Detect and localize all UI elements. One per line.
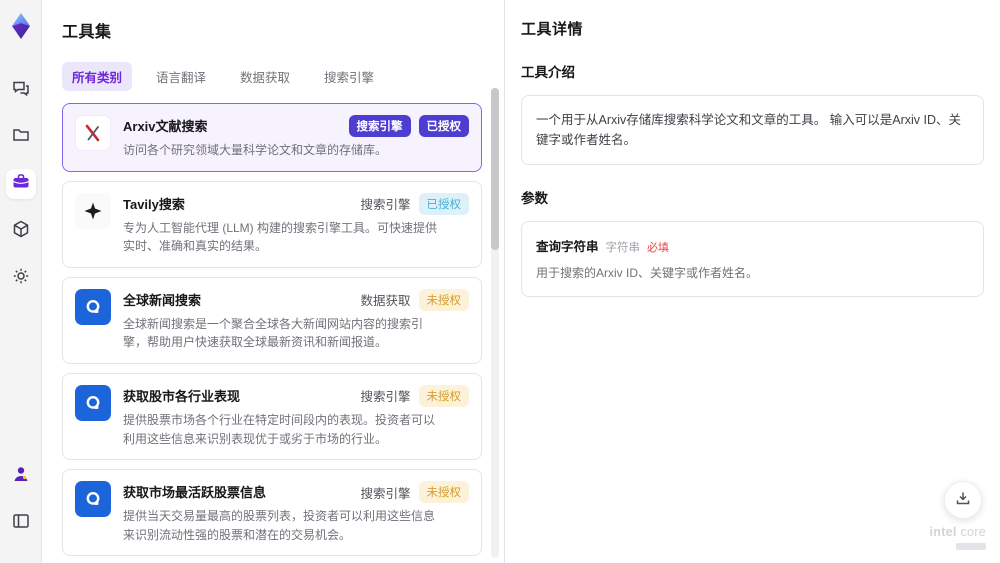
tool-card[interactable]: 获取市场最活跃股票信息 搜索引擎 未授权提供当天交易量最高的股票列表，投资者可以利用…: [62, 469, 482, 557]
tool-name: Tavily搜索: [123, 196, 185, 212]
param-box: 查询字符串 字符串 必填 用于搜索的Arxiv ID、关键字或作者姓名。: [521, 221, 984, 297]
sidebar-item-plugins[interactable]: [6, 216, 36, 246]
tool-category-badge: 数据获取: [360, 294, 411, 309]
tool-list: Arxiv文献搜索 搜索引擎 已授权 访问各个研究领域大量科学论文和文章的存储库。 Ta…: [62, 103, 482, 563]
tool-auth-badge: 已授权: [418, 192, 469, 215]
quark-icon: [75, 288, 111, 325]
param-name: 查询字符串: [536, 240, 599, 254]
tool-category-badge: 搜索引擎: [360, 486, 411, 501]
sidebar-item-settings[interactable]: [6, 263, 36, 293]
tool-category-badge: 搜索引擎: [360, 198, 411, 213]
cube-icon: [11, 219, 31, 244]
user-avatar[interactable]: [6, 459, 36, 489]
tab-all-categories[interactable]: 所有类别: [62, 62, 133, 91]
tool-card[interactable]: Arxiv文献搜索 搜索引擎 已授权访问各个研究领域大量科学论文和文章的存储库。: [62, 103, 482, 172]
tool-details-panel: 工具详情 工具介绍 一个用于从Arxiv存储库搜索科学论文和文章的工具。 输入可…: [505, 0, 1000, 563]
tab-data-fetch[interactable]: 数据获取: [230, 62, 300, 91]
param-required-badge: 必填: [647, 242, 670, 254]
tool-name: 获取股市各行业表现: [123, 388, 241, 404]
tool-card[interactable]: 全球新闻搜索 数据获取 未授权全球新闻搜索是一个聚合全球各大新闻网站内容的搜索引擎，…: [62, 276, 482, 364]
sidebar-item-tools[interactable]: [5, 169, 36, 199]
tool-description: 提供股票市场各个行业在特定时间段内的表现。投资者可以利用这些信息来识别表现优于或…: [123, 412, 436, 446]
tool-name: 全球新闻搜索: [123, 292, 202, 308]
brand-sub-badge: [956, 543, 986, 550]
tool-auth-badge: 未授权: [418, 384, 469, 407]
download-button[interactable]: [944, 481, 982, 519]
tavily-icon: [75, 192, 111, 229]
tool-card[interactable]: Tavily搜索 搜索引擎 已授权专为人工智能代理 (LLM) 构建的搜索引擎工具。…: [62, 180, 482, 268]
folder-icon: [11, 125, 31, 150]
tool-auth-badge: 未授权: [418, 288, 469, 311]
sidebar-item-files[interactable]: [6, 122, 36, 152]
app-window: 工具集 所有类别 语言翻译 数据获取 搜索引擎 Arxiv文献搜索 搜索引擎 已授权…: [0, 0, 1000, 563]
app-logo-icon: [8, 12, 34, 45]
tools-panel: 工具集 所有类别 语言翻译 数据获取 搜索引擎 Arxiv文献搜索 搜索引擎 已授权…: [42, 0, 505, 563]
tool-description: 访问各个研究领域大量科学论文和文章的存储库。: [123, 143, 388, 157]
tool-auth-badge: 未授权: [418, 481, 469, 504]
sidebar-item-chat[interactable]: [6, 75, 36, 105]
param-description: 用于搜索的Arxiv ID、关键字或作者姓名。: [536, 266, 759, 280]
page-title: 工具集: [62, 24, 112, 41]
gear-icon: [11, 266, 31, 291]
quark-icon: [75, 481, 111, 518]
list-scrollbar[interactable]: [491, 88, 499, 558]
briefcase-icon: [11, 172, 31, 197]
download-icon: [955, 490, 971, 511]
tool-card[interactable]: 获取股市各行业表现 搜索引擎 未授权提供股票市场各个行业在特定时间段内的表现。投资者…: [62, 372, 482, 461]
scrollbar-thumb[interactable]: [491, 88, 499, 250]
intro-heading: 工具介绍: [521, 65, 575, 80]
intro-box: 一个用于从Arxiv存储库搜索科学论文和文章的工具。 输入可以是Arxiv ID…: [521, 95, 984, 165]
tool-description: 专为人工智能代理 (LLM) 构建的搜索引擎工具。可快速提供实时、准确和真实的结…: [123, 220, 438, 254]
details-title: 工具详情: [521, 21, 584, 38]
tool-category-badge: 搜索引擎: [348, 115, 411, 137]
tool-name: Arxiv文献搜索: [123, 119, 208, 134]
tab-translation[interactable]: 语言翻译: [146, 62, 216, 91]
collapse-sidebar-icon[interactable]: [6, 506, 36, 536]
category-tabs: 所有类别 语言翻译 数据获取 搜索引擎: [62, 62, 504, 91]
quark-icon: [75, 384, 111, 421]
sidebar: [0, 0, 42, 563]
tool-description: 提供当天交易量最高的股票列表，投资者可以利用这些信息来识别流动性强的股票和潜在的…: [123, 509, 436, 542]
intro-text: 一个用于从Arxiv存储库搜索科学论文和文章的工具。 输入可以是Arxiv ID…: [536, 113, 962, 147]
tab-search-engine[interactable]: 搜索引擎: [314, 62, 384, 91]
params-heading: 参数: [521, 191, 548, 206]
param-type: 字符串: [605, 242, 641, 254]
tool-description: 全球新闻搜索是一个聚合全球各大新闻网站内容的搜索引擎，帮助用户快速获取全球最新资…: [123, 316, 424, 350]
intel-core-logo: intel core: [929, 525, 986, 553]
chat-icon: [11, 78, 31, 103]
arxiv-icon: [75, 115, 111, 151]
tool-category-badge: 搜索引擎: [360, 390, 411, 405]
tool-name: 获取市场最活跃股票信息: [123, 485, 267, 501]
tool-auth-badge: 已授权: [418, 115, 469, 137]
